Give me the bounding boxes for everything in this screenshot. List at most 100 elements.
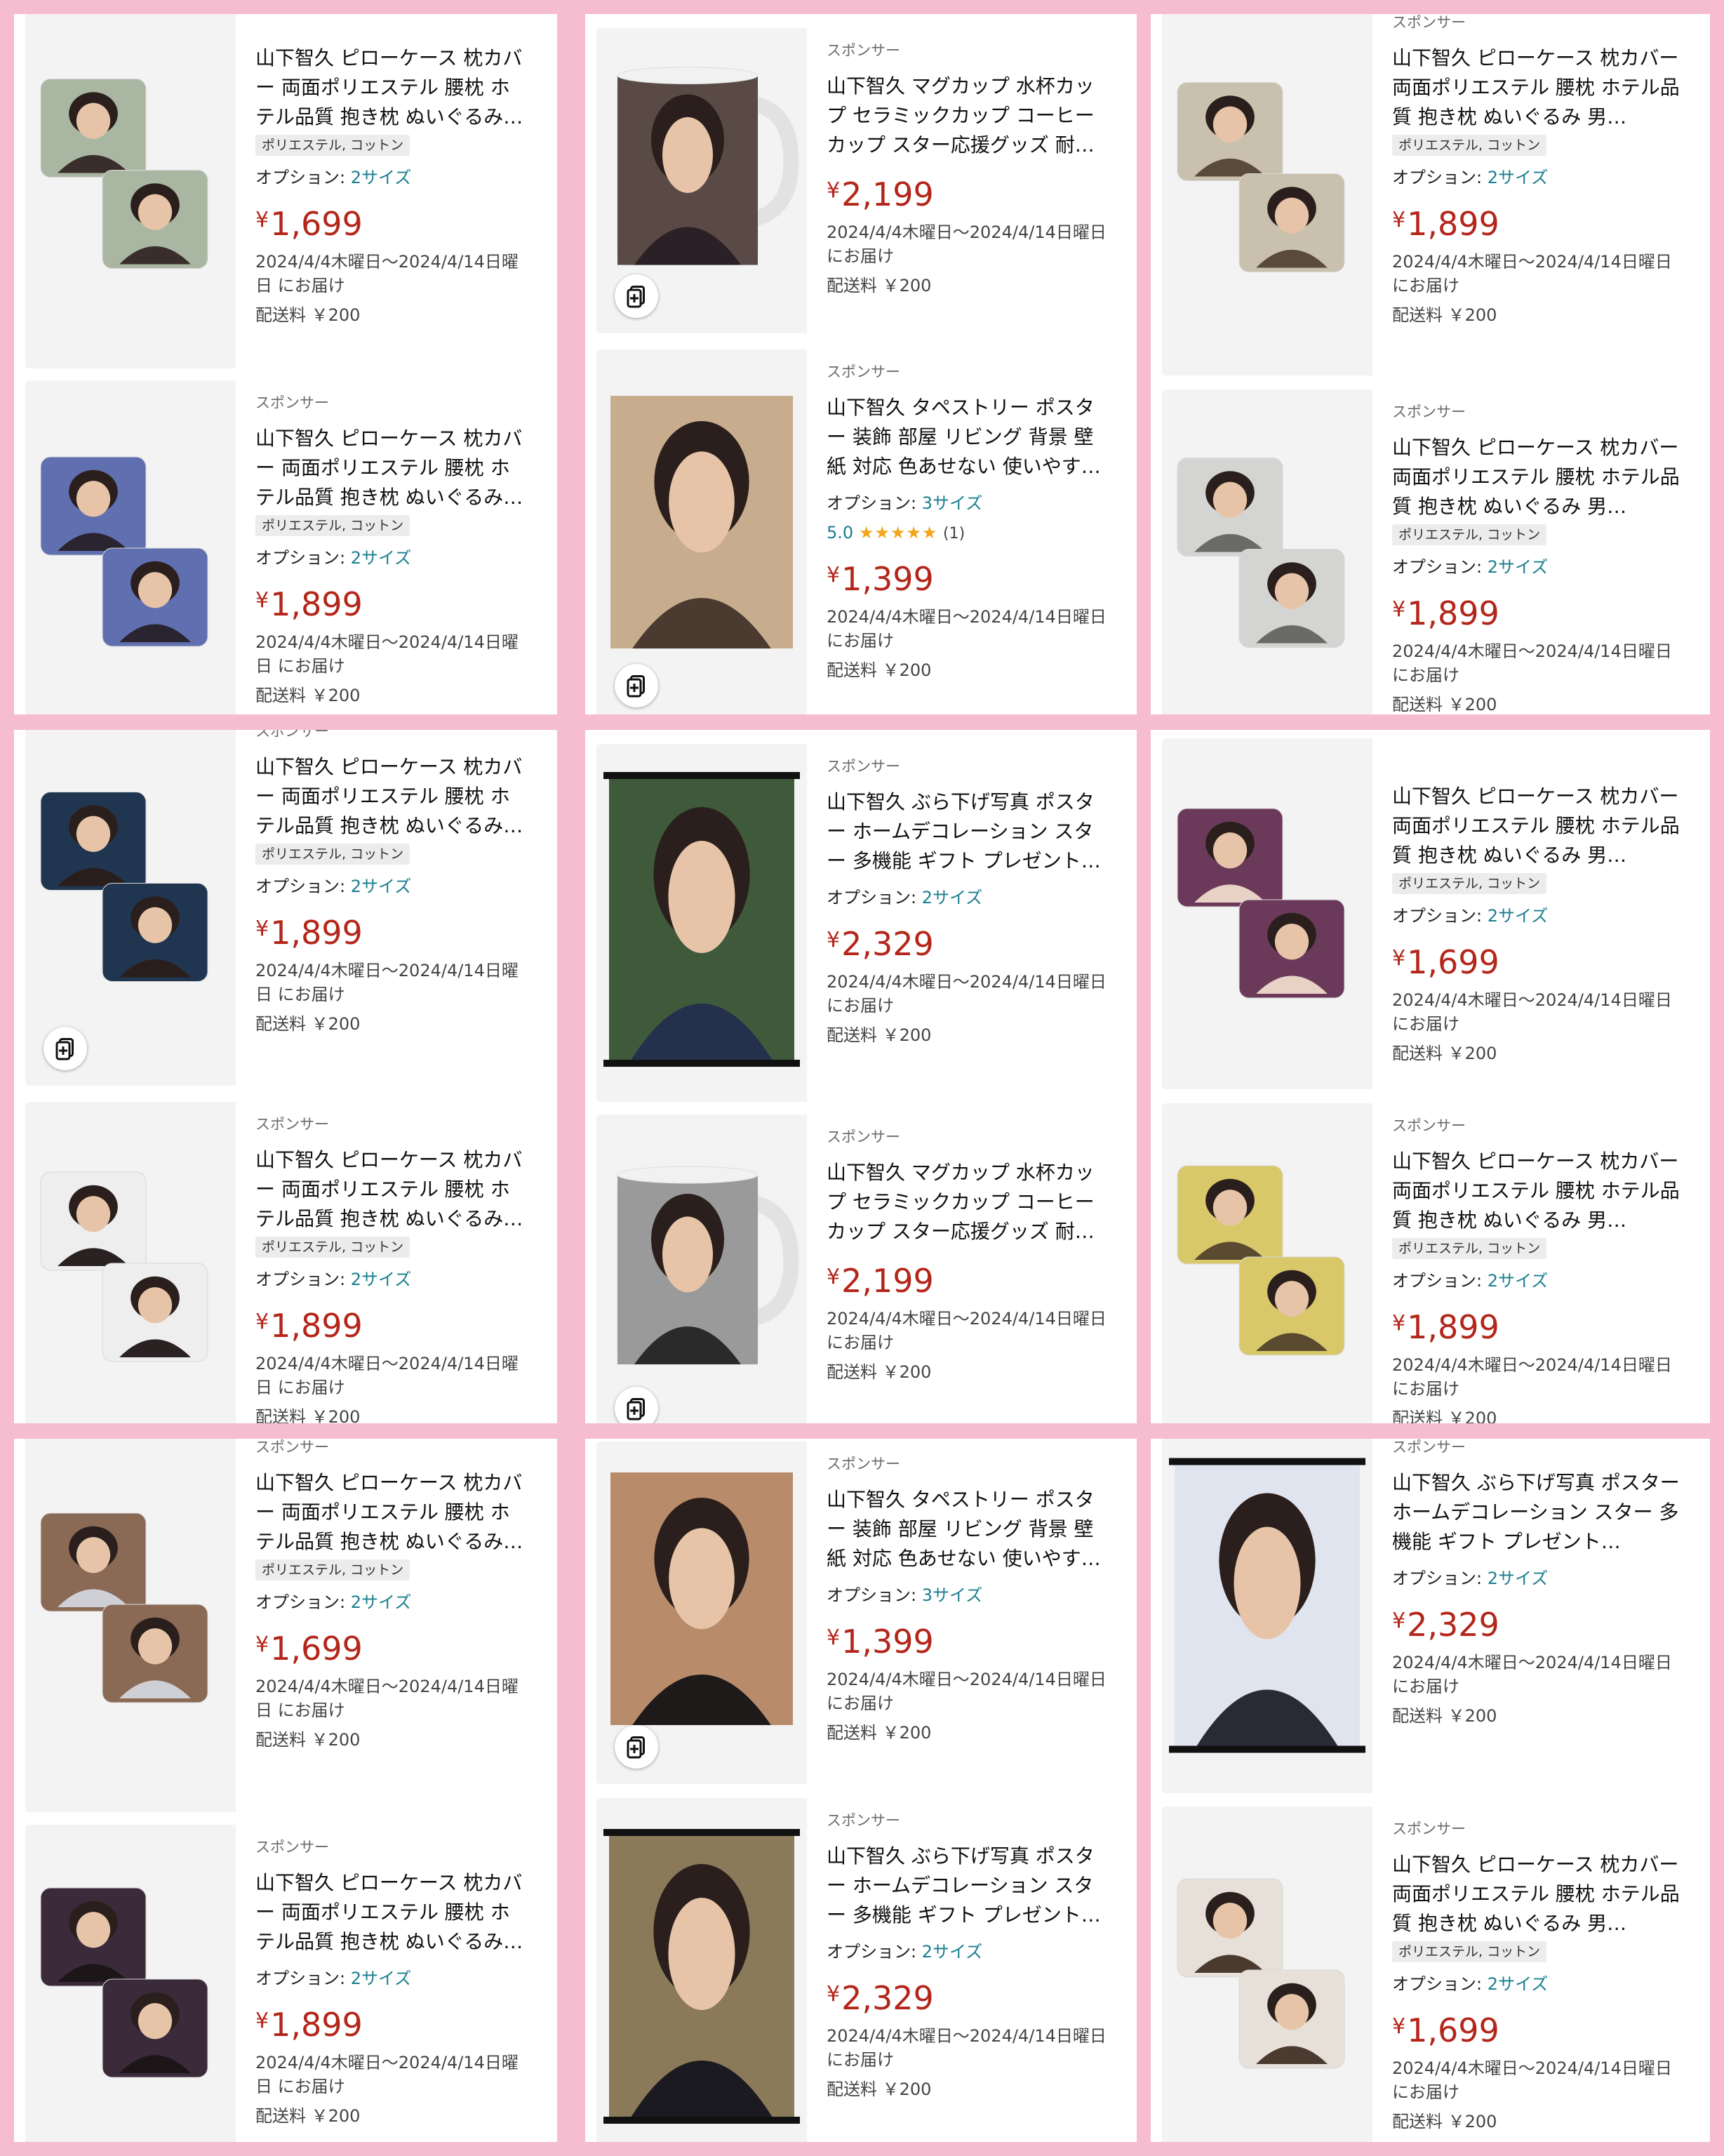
product-title[interactable]: 山下智久 ピローケース 枕カバー 両面ポリエステル 腰枕 ホテル品質 抱き枕 ぬ… xyxy=(255,1145,529,1234)
product-thumbnail[interactable] xyxy=(1162,1103,1372,1423)
product-title[interactable]: 山下智久 ピローケース 枕カバー 両面ポリエステル 腰枕 ホテル品質 抱き枕 ぬ… xyxy=(255,1468,529,1557)
product-image[interactable] xyxy=(1162,14,1372,375)
rating-count[interactable]: (1) xyxy=(943,525,965,543)
product-title[interactable]: 山下智久 ピローケース 枕カバー 両面ポリエステル 腰枕 ホテル品質 抱き枕 ぬ… xyxy=(1392,1147,1682,1235)
product-image[interactable] xyxy=(25,1102,236,1423)
product-title[interactable]: 山下智久 ぶら下げ写真 ポスター ホームデコレーション スター 多機能 ギフト … xyxy=(1392,1468,1682,1557)
product-thumbnail[interactable] xyxy=(25,380,236,714)
option-link[interactable]: 2サイズ xyxy=(351,1969,412,1988)
product-title[interactable]: 山下智久 ピローケース 枕カバー 両面ポリエステル 腰枕 ホテル品質 抱き枕 ぬ… xyxy=(255,424,529,512)
product-title[interactable]: 山下智久 ぶら下げ写真 ポスター ホームデコレーション スター 多機能 ギフト … xyxy=(827,1842,1109,1930)
pillow-front-print xyxy=(1183,1883,1277,1973)
product-card[interactable]: スポンサー 山下智久 ピローケース 枕カバー 両面ポリエステル 腰枕 ホテル品質 … xyxy=(1162,14,1699,375)
add-to-list-icon[interactable] xyxy=(44,1027,87,1070)
option-link[interactable]: 2サイズ xyxy=(1488,906,1549,926)
product-thumbnail[interactable] xyxy=(596,1114,807,1423)
option-link[interactable]: 2サイズ xyxy=(1488,1974,1549,1994)
product-card[interactable]: スポンサー 山下智久 ピローケース 枕カバー 両面ポリエステル 腰枕 ホテル品質 … xyxy=(1162,390,1699,714)
product-thumbnail[interactable] xyxy=(596,350,807,714)
star-rating-icon: ★★★★★ xyxy=(858,523,938,543)
product-title[interactable]: 山下智久 ぶら下げ写真 ポスター ホームデコレーション スター 多機能 ギフト … xyxy=(827,787,1109,876)
product-card[interactable]: スポンサー 山下智久 ピローケース 枕カバー 両面ポリエステル 腰枕 ホテル品質 … xyxy=(25,1102,546,1423)
screenshot-panel: 山下智久 ピローケース 枕カバー 両面ポリエステル 腰枕 ホテル品質 抱き枕 ぬ… xyxy=(14,14,557,714)
option-link[interactable]: 2サイズ xyxy=(351,877,412,896)
product-image[interactable] xyxy=(25,1825,236,2142)
product-card[interactable]: スポンサー 山下智久 ピローケース 枕カバー 両面ポリエステル 腰枕 ホテル品質 … xyxy=(25,1439,546,1812)
product-image[interactable] xyxy=(25,380,236,714)
product-card[interactable]: スポンサー 山下智久 ピローケース 枕カバー 両面ポリエステル 腰枕 ホテル品質 … xyxy=(25,380,546,714)
product-card[interactable]: スポンサー 山下智久 ぶら下げ写真 ポスター ホームデコレーション スター 多機能… xyxy=(596,1798,1125,2142)
option-link[interactable]: 2サイズ xyxy=(1488,1271,1549,1291)
product-thumbnail[interactable] xyxy=(1162,1806,1372,2142)
option-link[interactable]: 2サイズ xyxy=(351,548,412,568)
tapestry-print xyxy=(610,1472,793,1725)
product-thumbnail[interactable] xyxy=(25,1825,236,2142)
product-image[interactable] xyxy=(1162,390,1372,714)
product-thumbnail[interactable] xyxy=(596,1442,807,1784)
add-to-list-icon[interactable] xyxy=(615,274,658,318)
product-title[interactable]: 山下智久 ピローケース 枕カバー 両面ポリエステル 腰枕 ホテル品質 抱き枕 ぬ… xyxy=(1392,1850,1682,1938)
product-card[interactable]: スポンサー 山下智久 タペストリー ポスター 装飾 部屋 リビング 背景 壁紙 対… xyxy=(596,350,1125,714)
product-title[interactable]: 山下智久 ピローケース 枕カバー 両面ポリエステル 腰枕 ホテル品質 抱き枕 ぬ… xyxy=(1392,433,1682,521)
product-thumbnail[interactable] xyxy=(25,730,236,1086)
option-link[interactable]: 3サイズ xyxy=(922,1585,983,1605)
shipping-fee: 配送料 ￥200 xyxy=(1392,2112,1497,2131)
product-thumbnail[interactable] xyxy=(596,28,807,333)
product-thumbnail[interactable] xyxy=(596,1798,807,2142)
product-card[interactable]: スポンサー 山下智久 ピローケース 枕カバー 両面ポリエステル 腰枕 ホテル品質 … xyxy=(25,1825,546,2142)
product-thumbnail[interactable] xyxy=(25,1439,236,1812)
option-link[interactable]: 3サイズ xyxy=(922,493,983,513)
product-thumbnail[interactable] xyxy=(596,744,807,1102)
product-card[interactable]: スポンサー 山下智久 ピローケース 枕カバー 両面ポリエステル 腰枕 ホテル品質 … xyxy=(25,730,546,1086)
price: ¥1,699 xyxy=(1392,2004,1682,2049)
option-link[interactable]: 2サイズ xyxy=(351,168,412,187)
product-thumbnail[interactable] xyxy=(1162,738,1372,1089)
product-image[interactable] xyxy=(596,1114,807,1423)
product-image[interactable] xyxy=(25,14,236,368)
product-card[interactable]: スポンサー 山下智久 ピローケース 枕カバー 両面ポリエステル 腰枕 ホテル品質 … xyxy=(1162,1806,1699,2142)
option-link[interactable]: 2サイズ xyxy=(351,1592,412,1612)
product-image[interactable] xyxy=(1162,1103,1372,1423)
product-image[interactable] xyxy=(25,1439,236,1812)
option-link[interactable]: 2サイズ xyxy=(922,1942,983,1962)
product-thumbnail[interactable] xyxy=(1162,1439,1372,1793)
product-card[interactable]: スポンサー 山下智久 マグカップ 水杯カップ セラミックカップ コーヒーカップ ス… xyxy=(596,28,1125,333)
add-to-list-icon[interactable] xyxy=(615,1725,658,1769)
product-title[interactable]: 山下智久 ピローケース 枕カバー 両面ポリエステル 腰枕 ホテル品質 抱き枕 ぬ… xyxy=(255,44,529,132)
product-title[interactable]: 山下智久 マグカップ 水杯カップ セラミックカップ コーヒーカップ スター応援グ… xyxy=(827,72,1109,160)
option-link[interactable]: 2サイズ xyxy=(1488,168,1549,187)
option-link[interactable]: 2サイズ xyxy=(1488,1569,1549,1588)
product-title[interactable]: 山下智久 ピローケース 枕カバー 両面ポリエステル 腰枕 ホテル品質 抱き枕 ぬ… xyxy=(1392,782,1682,870)
product-image[interactable] xyxy=(1162,738,1372,1089)
product-thumbnail[interactable] xyxy=(25,14,236,368)
rating-row[interactable]: 5.0 ★★★★★ (1) xyxy=(827,521,1109,545)
price: ¥1,699 xyxy=(255,198,529,243)
product-card[interactable]: スポンサー 山下智久 タペストリー ポスター 装飾 部屋 リビング 背景 壁紙 対… xyxy=(596,1442,1125,1784)
product-image[interactable] xyxy=(596,350,807,714)
product-thumbnail[interactable] xyxy=(25,1102,236,1423)
product-thumbnail[interactable] xyxy=(1162,390,1372,714)
product-card[interactable]: スポンサー 山下智久 ぶら下げ写真 ポスター ホームデコレーション スター 多機能… xyxy=(1162,1439,1699,1793)
product-info: スポンサー 山下智久 ぶら下げ写真 ポスター ホームデコレーション スター 多機能… xyxy=(807,744,1125,1102)
product-image[interactable] xyxy=(1162,1439,1372,1793)
product-card[interactable]: 山下智久 ピローケース 枕カバー 両面ポリエステル 腰枕 ホテル品質 抱き枕 ぬ… xyxy=(25,14,546,368)
option-link[interactable]: 2サイズ xyxy=(922,888,983,907)
product-card[interactable]: スポンサー 山下智久 マグカップ 水杯カップ セラミックカップ コーヒーカップ ス… xyxy=(596,1114,1125,1423)
product-card[interactable]: スポンサー 山下智久 ぶら下げ写真 ポスター ホームデコレーション スター 多機能… xyxy=(596,744,1125,1102)
option-link[interactable]: 2サイズ xyxy=(351,1270,412,1289)
product-card[interactable]: 山下智久 ピローケース 枕カバー 両面ポリエステル 腰枕 ホテル品質 抱き枕 ぬ… xyxy=(1162,738,1699,1089)
product-title[interactable]: 山下智久 タペストリー ポスター 装飾 部屋 リビング 背景 壁紙 対応 色あせ… xyxy=(827,1485,1109,1573)
option-link[interactable]: 2サイズ xyxy=(1488,557,1549,577)
option-label: オプション: xyxy=(1392,906,1483,926)
product-card[interactable]: スポンサー 山下智久 ピローケース 枕カバー 両面ポリエステル 腰枕 ホテル品質 … xyxy=(1162,1103,1699,1423)
product-thumbnail[interactable] xyxy=(1162,14,1372,375)
product-image[interactable] xyxy=(596,1798,807,2142)
product-title[interactable]: 山下智久 ピローケース 枕カバー 両面ポリエステル 腰枕 ホテル品質 抱き枕 ぬ… xyxy=(1392,44,1682,132)
product-title[interactable]: 山下智久 ピローケース 枕カバー 両面ポリエステル 腰枕 ホテル品質 抱き枕 ぬ… xyxy=(255,752,529,841)
product-title[interactable]: 山下智久 マグカップ 水杯カップ セラミックカップ コーヒーカップ スター応援グ… xyxy=(827,1158,1109,1246)
product-image[interactable] xyxy=(596,744,807,1102)
add-to-list-icon[interactable] xyxy=(615,664,658,707)
product-title[interactable]: 山下智久 タペストリー ポスター 装飾 部屋 リビング 背景 壁紙 対応 色あせ… xyxy=(827,393,1109,481)
product-image[interactable] xyxy=(1162,1806,1372,2142)
product-title[interactable]: 山下智久 ピローケース 枕カバー 両面ポリエステル 腰枕 ホテル品質 抱き枕 ぬ… xyxy=(255,1868,529,1957)
